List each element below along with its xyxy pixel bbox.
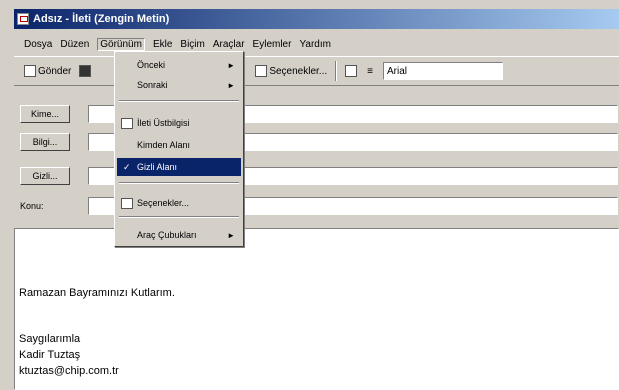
body-line-regards: Saygılarımla (19, 333, 81, 345)
menu-bar: Dosya Düzen Görünüm Ekle Biçim Araçlar E… (14, 34, 619, 54)
previous-label: Önceki (137, 60, 166, 70)
view-menu-message-header[interactable]: İleti Üstbilgisi (117, 114, 241, 132)
cc-row: Bilgi... (14, 132, 619, 152)
view-menu-previous[interactable]: Önceki ► (117, 56, 241, 74)
bcc-field-label: Gizli Alanı (137, 162, 178, 172)
message-icon (17, 13, 29, 25)
menu-actions[interactable]: Eylemler (253, 39, 292, 50)
submenu-arrow-icon: ► (227, 80, 235, 90)
window-title: Adsız - İleti (Zengin Metin) (33, 13, 170, 25)
menu-tools[interactable]: Araçlar (213, 39, 245, 50)
message-header-label: İleti Üstbilgisi (137, 118, 190, 128)
toolbar-separator (335, 61, 338, 81)
menu-insert[interactable]: Ekle (153, 39, 172, 50)
next-label: Sonraki (137, 80, 168, 90)
menu-view[interactable]: Görünüm (97, 37, 145, 51)
menu-separator (119, 216, 239, 218)
options-label: Seçenekler... (269, 65, 328, 77)
menu-file[interactable]: Dosya (24, 39, 52, 50)
from-field-label: Kimden Alanı (137, 140, 191, 150)
send-label: Gönder (38, 65, 72, 77)
font-name: Arial (386, 65, 407, 77)
toolbars-label: Araç Çubukları (137, 230, 197, 240)
toolbar: Gönder ↓ ⚑ Seçenekler... ≡ Arial (14, 56, 619, 86)
view-menu-next[interactable]: Sonraki ► (117, 76, 241, 94)
style-button[interactable]: ≡ (363, 60, 379, 82)
to-button[interactable]: Kime... (20, 105, 70, 123)
subject-row: Konu: (14, 196, 619, 216)
checkmark-icon: ✓ (123, 161, 131, 172)
menu-help[interactable]: Yardım (299, 39, 331, 50)
send-button[interactable]: Gönder (20, 60, 75, 82)
send-icon (24, 65, 36, 77)
message-body[interactable]: Ramazan Bayramınızı Kutlarım. Saygılarım… (14, 228, 619, 390)
to-row: Kime... (14, 104, 619, 124)
cc-button[interactable]: Bilgi... (20, 133, 70, 151)
save-icon (79, 65, 92, 77)
view-menu-bcc-field[interactable]: ✓ Gizli Alanı (117, 158, 241, 176)
view-menu-from-field[interactable]: Kimden Alanı (117, 136, 241, 154)
menu-format[interactable]: Biçim (180, 39, 204, 50)
view-menu-dropdown: Önceki ► Sonraki ► İleti Üstbilgisi Kimd… (114, 51, 244, 247)
help-icon (345, 65, 358, 77)
save-button[interactable] (75, 60, 97, 82)
body-line-name: Kadir Tuztaş (19, 349, 81, 361)
title-bar: Adsız - İleti (Zengin Metin) (14, 9, 619, 29)
options-menu-label: Seçenekler... (137, 198, 190, 208)
menu-separator (119, 100, 239, 102)
compose-window: Adsız - İleti (Zengin Metin) Dosya Düzen… (0, 0, 619, 390)
submenu-arrow-icon: ► (227, 230, 235, 240)
header-icon (121, 117, 133, 129)
style-icon: ≡ (367, 65, 373, 77)
bcc-row: Gizli... (14, 166, 619, 186)
subject-label: Konu: (20, 201, 44, 211)
view-menu-options[interactable]: Seçenekler... (117, 194, 241, 212)
view-menu-toolbars[interactable]: Araç Çubukları ► (117, 226, 241, 244)
options-button[interactable]: Seçenekler... (251, 60, 331, 82)
bcc-button[interactable]: Gizli... (20, 167, 70, 185)
options-icon (121, 197, 133, 209)
help-button[interactable] (341, 60, 363, 82)
menu-separator (119, 182, 239, 184)
options-icon (255, 65, 268, 77)
body-line-greeting: Ramazan Bayramınızı Kutlarım. (19, 287, 175, 299)
submenu-arrow-icon: ► (227, 60, 235, 70)
body-line-email: ktuztas@chip.com.tr (19, 365, 119, 377)
menu-edit[interactable]: Düzen (60, 39, 89, 50)
font-selector[interactable]: Arial (382, 62, 503, 80)
